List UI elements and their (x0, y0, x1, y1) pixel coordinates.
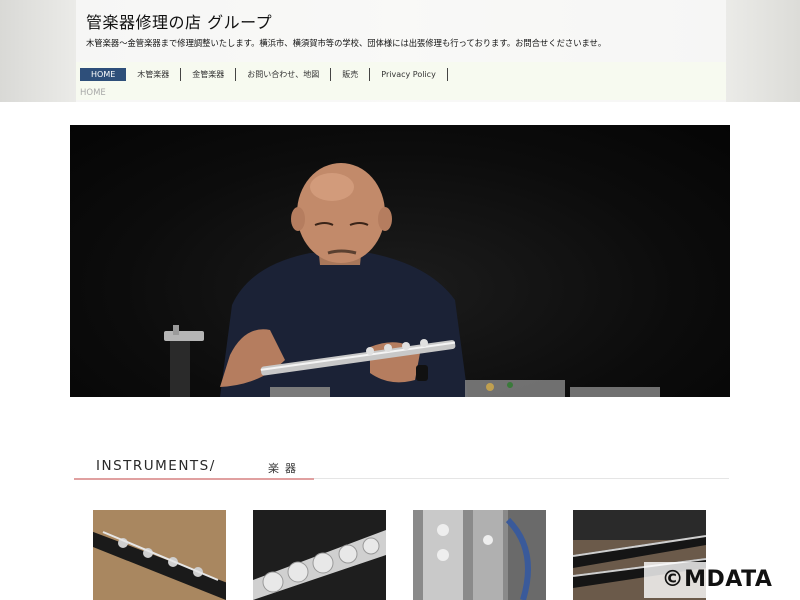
instrument-thumbnail-flute[interactable] (253, 510, 386, 600)
instruments-section-header: INSTRUMENTS/ 楽器 (74, 456, 729, 480)
section-underline (314, 478, 729, 479)
section-subtitle: 楽器 (268, 462, 302, 475)
nav-home[interactable]: HOME (80, 67, 127, 81)
hero-image (70, 125, 730, 397)
clarinet-photo-icon (93, 510, 226, 600)
nav-woodwind[interactable]: 木管楽器 (126, 67, 182, 81)
site-title[interactable]: 管楽器修理の店 グループ (86, 9, 272, 33)
nav-contact-map[interactable]: お問い合わせ、地図 (236, 67, 332, 81)
copyright-watermark: ©MDATA (644, 562, 790, 598)
nav-brass[interactable]: 金管楽器 (181, 67, 237, 81)
site-tagline: 木管楽器～金管楽器まで修理調整いたします。横浜市、横須賀市等の学校、団体様には出… (86, 38, 607, 48)
breadcrumb[interactable]: HOME (80, 88, 106, 98)
section-title: INSTRUMENTS/ (96, 458, 216, 474)
instrument-thumbnail-clarinet[interactable] (93, 510, 226, 600)
nav-privacy-policy[interactable]: Privacy Policy (370, 67, 448, 81)
main-nav: HOME 木管楽器 金管楽器 お問い合わせ、地図 販売 Privacy Poli… (80, 67, 448, 81)
saxophone-photo-icon (413, 510, 546, 600)
technician-repairing-flute-illustration (164, 163, 660, 397)
flute-photo-icon (253, 510, 386, 600)
section-underline-accent (74, 478, 314, 480)
instrument-thumbnail-saxophone[interactable] (413, 510, 546, 600)
nav-sales[interactable]: 販売 (331, 67, 371, 81)
